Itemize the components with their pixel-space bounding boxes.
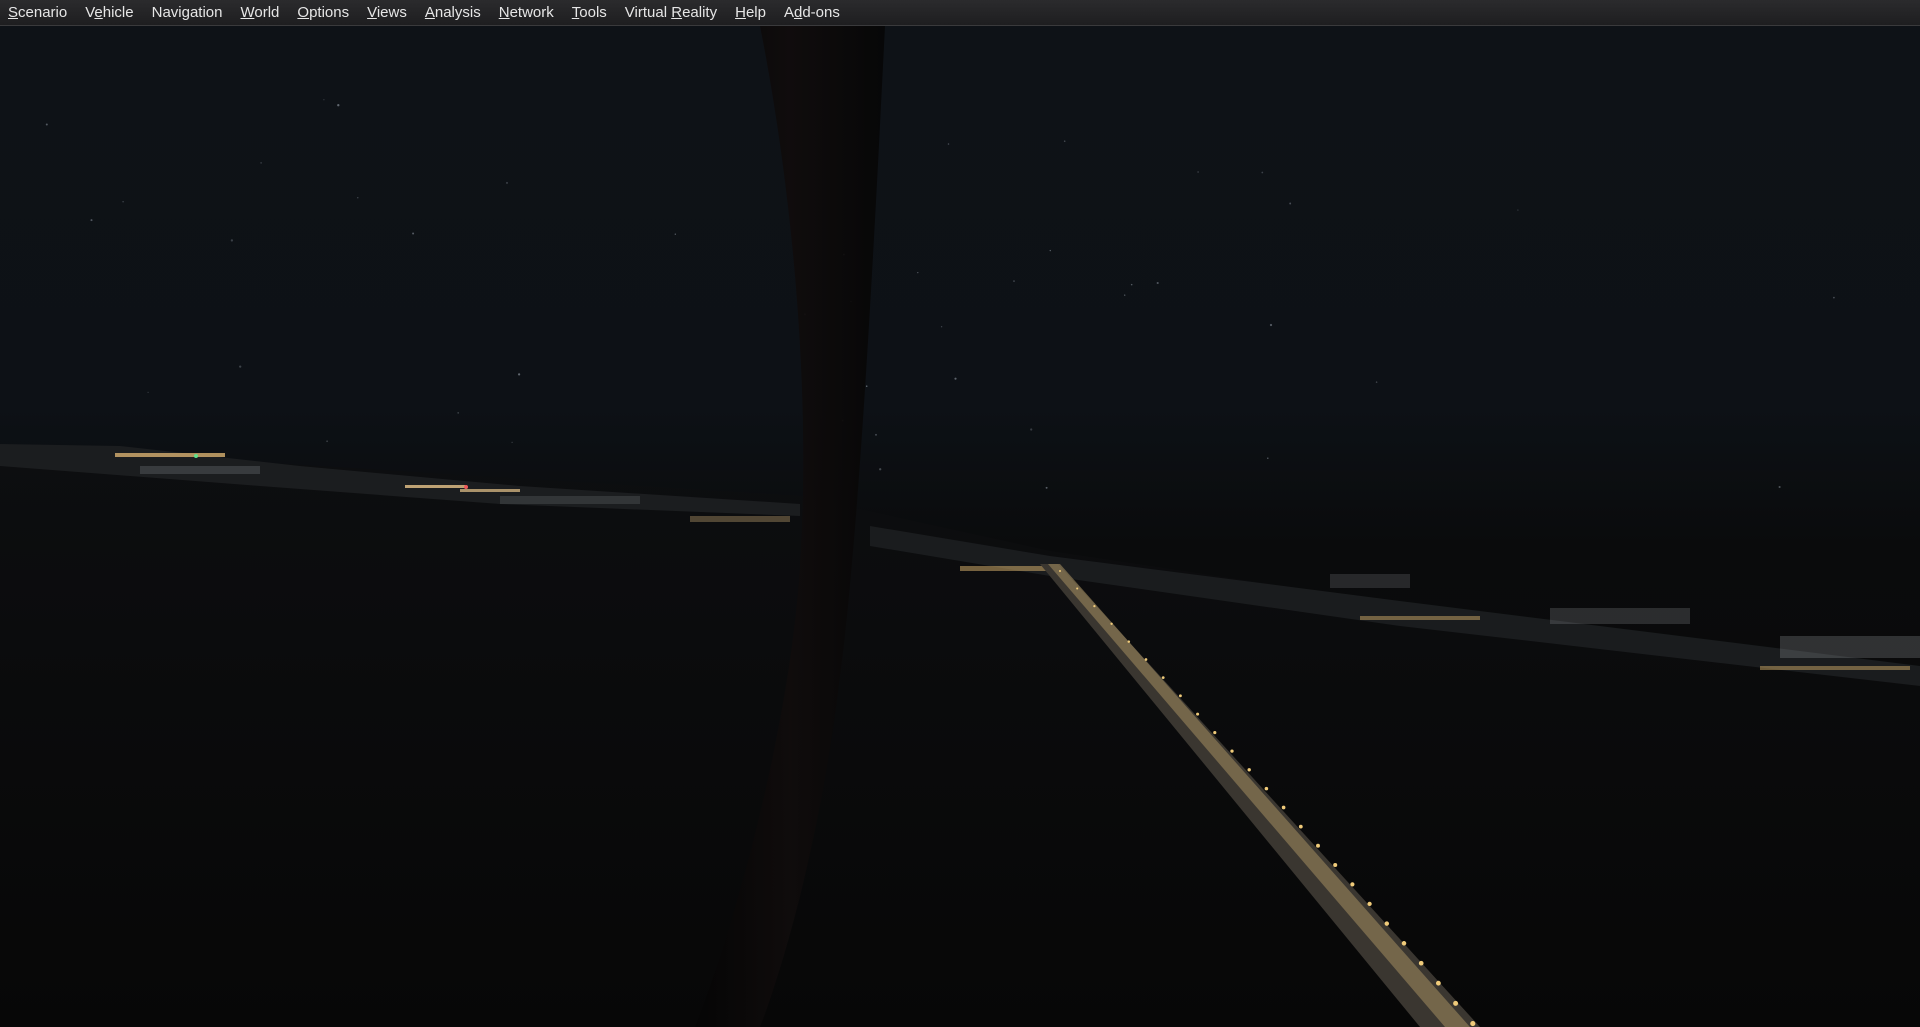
star [1049,249,1051,252]
star [511,441,513,443]
bridge-lamp [1350,882,1355,887]
star [457,412,460,414]
bridge-lamp [1161,676,1165,679]
star [1156,281,1159,285]
bridge-lamp [1213,731,1217,735]
star [1013,280,1015,282]
menu-virtual-reality[interactable]: Virtual Reality [617,0,727,25]
star [1063,140,1066,142]
menu-network[interactable]: Network [491,0,564,25]
star [1045,486,1048,489]
bridge-lamp [1281,805,1286,810]
bridge-lamp [1178,694,1182,698]
star [1517,209,1519,211]
bridge-lamp [1435,980,1441,986]
star [122,200,124,203]
bridge-lamp [1333,862,1338,868]
stars [45,99,1835,489]
night-scene [0,26,1920,1027]
bridge-lamp [1059,570,1061,572]
bridge-lamp [1367,901,1372,907]
main-menu-bar: Scenario Vehicle Navigation World Option… [0,0,1920,26]
star [917,271,919,274]
bridge-lamp [1196,712,1200,716]
star [1130,283,1133,286]
star [326,440,328,443]
star [337,104,340,107]
menu-world[interactable]: World [233,0,290,25]
star [45,123,48,126]
star [879,468,882,471]
3d-scene-viewport[interactable] [0,26,1920,1027]
bridge-lamp [1384,921,1390,926]
star [505,181,509,184]
menu-views[interactable]: Views [359,0,417,25]
bridge-lamp [1230,749,1234,753]
star [517,373,521,376]
menu-add-ons[interactable]: Add-ons [776,0,850,25]
bridge-lamp [1247,768,1251,772]
bridge-lamp [1144,658,1148,661]
menu-help[interactable]: Help [727,0,776,25]
star [260,162,262,164]
star [1269,323,1273,327]
bridge-lamp [1076,587,1079,590]
star [875,433,877,436]
star [954,377,957,380]
star [90,219,93,222]
bridge-lamp [1127,640,1131,643]
star [674,233,676,235]
star [147,391,149,394]
star [1267,457,1269,460]
menu-tools[interactable]: Tools [564,0,617,25]
star [357,197,359,199]
star [940,326,943,328]
star [1778,485,1781,489]
bridge-lamp [1316,843,1320,848]
bridge-lamp [1110,622,1113,625]
star [412,232,415,235]
ground-plane [0,446,1920,1027]
star [1375,381,1378,383]
star [865,385,868,388]
star [323,99,325,101]
bridge-lamp [1418,960,1424,966]
star [239,365,242,368]
menu-scenario[interactable]: Scenario [0,0,77,25]
bridge-lamp [1453,1000,1459,1006]
menu-navigation[interactable]: Navigation [144,0,233,25]
menu-options[interactable]: Options [289,0,359,25]
bridge-lamp [1264,786,1269,791]
star [1030,428,1033,431]
star [1833,296,1835,299]
star [947,143,950,145]
star [1124,294,1126,296]
star [1289,202,1292,205]
star [1261,171,1264,174]
bridge-lamp [1470,1021,1476,1027]
star [230,239,234,242]
menu-vehicle[interactable]: Vehicle [77,0,143,25]
menu-analysis[interactable]: Analysis [417,0,491,25]
bridge-lamp [1093,604,1096,608]
bridge-lamp [1401,941,1407,946]
bridge-lamp [1298,824,1303,829]
star [1197,171,1199,173]
